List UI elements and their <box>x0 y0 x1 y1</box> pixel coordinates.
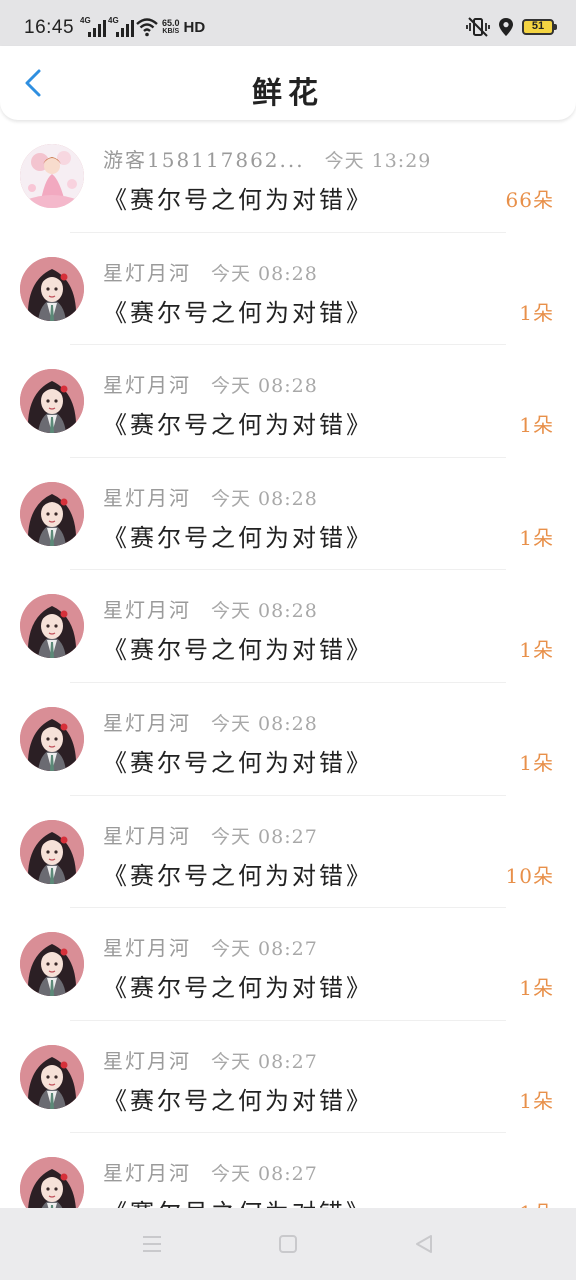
flower-count: 1朵 <box>519 750 554 775</box>
status-time: 16:45 <box>24 17 75 38</box>
sent-time: 今天 08:28 <box>211 262 318 285</box>
list-item[interactable]: 星灯月河 今天 08:28 《赛尔号之何为对错》 1朵 <box>0 345 576 458</box>
network-speed: 65.0 KB/S <box>162 17 180 36</box>
book-title: 《赛尔号之何为对错》 <box>103 298 373 327</box>
sender-line: 星灯月河 今天 08:28 <box>103 482 318 511</box>
sent-time: 今天 08:27 <box>211 938 318 961</box>
sent-time: 今天 08:27 <box>211 1163 318 1186</box>
signal-icon: 4G <box>108 16 134 38</box>
menu-button[interactable] <box>138 1230 166 1258</box>
flower-count: 1朵 <box>519 300 554 325</box>
status-right-icons: 51 <box>466 17 557 37</box>
page-title: 鲜花 <box>252 76 324 111</box>
sender-line: 星灯月河 今天 08:27 <box>103 1045 318 1074</box>
book-title: 《赛尔号之何为对错》 <box>103 523 373 552</box>
sender-name: 星灯月河 <box>103 1161 191 1186</box>
sender-name: 游客158117862... <box>103 148 305 172</box>
sent-time: 今天 08:28 <box>211 712 318 735</box>
book-title: 《赛尔号之何为对错》 <box>103 186 373 214</box>
sent-time: 今天 08:27 <box>211 825 318 848</box>
avatar[interactable] <box>20 932 84 997</box>
home-button[interactable] <box>274 1230 302 1258</box>
sender-name: 星灯月河 <box>103 373 191 398</box>
menu-icon <box>143 1236 161 1252</box>
sender-line: 星灯月河 今天 08:28 <box>103 257 318 286</box>
sender-line: 星灯月河 今天 08:28 <box>103 707 318 736</box>
flower-list: 游客158117862... 今天 13:29 《赛尔号之何为对错》 66朵 星灯月河… <box>0 120 576 1246</box>
avatar[interactable] <box>20 144 84 208</box>
location-icon <box>499 18 513 36</box>
flower-count: 1朵 <box>519 638 554 663</box>
list-item[interactable]: 星灯月河 今天 08:28 《赛尔号之何为对错》 1朵 <box>0 570 576 683</box>
status-left-icons: 4G 4G 65.0 KB/S HD <box>80 14 205 40</box>
list-item[interactable]: 游客158117862... 今天 13:29 《赛尔号之何为对错》 66朵 <box>0 120 576 233</box>
flower-count: 1朵 <box>519 976 554 1001</box>
sender-line: 星灯月河 今天 08:27 <box>103 932 318 961</box>
system-navbar <box>0 1208 576 1280</box>
signal-icon: 4G <box>80 16 106 38</box>
battery-icon: 51 <box>522 19 557 35</box>
sender-line: 星灯月河 今天 08:28 <box>103 369 318 398</box>
header: 鲜花 <box>0 46 576 120</box>
list-item[interactable]: 星灯月河 今天 08:28 《赛尔号之何为对错》 1朵 <box>0 683 576 796</box>
back-nav-button[interactable] <box>410 1230 438 1258</box>
list-item[interactable]: 星灯月河 今天 08:28 《赛尔号之何为对错》 1朵 <box>0 233 576 346</box>
sender-name: 星灯月河 <box>103 936 191 961</box>
sent-time: 今天 08:28 <box>211 487 318 510</box>
list-item[interactable]: 星灯月河 今天 08:28 《赛尔号之何为对错》 1朵 <box>0 458 576 571</box>
sender-name: 星灯月河 <box>103 598 191 623</box>
list-item[interactable]: 星灯月河今天 08:27 《赛尔号之何为对错》 1朵 <box>0 1021 576 1134</box>
avatar[interactable] <box>20 481 84 546</box>
battery-level: 51 <box>531 20 545 32</box>
book-title: 《赛尔号之何为对错》 <box>103 974 373 1003</box>
sender-name: 星灯月河 <box>103 485 191 510</box>
flower-count: 1朵 <box>519 525 554 550</box>
avatar[interactable] <box>20 369 84 434</box>
avatar[interactable] <box>20 256 84 321</box>
avatar[interactable] <box>20 1044 84 1109</box>
sender-name: 星灯月河 <box>103 823 191 848</box>
avatar[interactable] <box>20 594 84 659</box>
book-title: 《赛尔号之何为对错》 <box>103 1086 373 1115</box>
avatar[interactable] <box>20 819 84 884</box>
speed-unit: KB/S <box>162 27 180 35</box>
status-bar: 16:45 4G 4G 65.0 KB/S HD 51 <box>0 0 576 46</box>
sent-time: 今天 13:29 <box>324 150 432 172</box>
sender-line: 星灯月河 今天 08:28 <box>103 594 318 623</box>
book-title: 《赛尔号之何为对错》 <box>103 748 373 777</box>
sent-time: 今天 08:28 <box>211 375 318 398</box>
hd-indicator: HD <box>183 18 206 36</box>
avatar[interactable] <box>20 706 84 771</box>
flower-count: 1朵 <box>519 413 554 438</box>
sent-time: 今天 08:27 <box>211 1050 318 1073</box>
sender-name: 星灯月河 <box>103 1048 191 1073</box>
sender-line: 游客158117862... 今天 13:29 <box>103 144 431 173</box>
sent-time: 今天 08:28 <box>211 600 318 623</box>
list-item[interactable]: 星灯月河今天 08:27 《赛尔号之何为对错》 1朵 <box>0 908 576 1021</box>
book-title: 《赛尔号之何为对错》 <box>103 861 373 890</box>
sender-line: 星灯月河 今天 08:27 <box>103 1157 318 1186</box>
book-title: 《赛尔号之何为对错》 <box>103 636 373 665</box>
list-item[interactable]: 星灯月河 今天 08:27 《赛尔号之何为对错》 10朵 <box>0 796 576 909</box>
sender-line: 星灯月河 今天 08:27 <box>103 820 318 849</box>
mute-vibrate-icon <box>466 17 490 37</box>
speed-value: 65.0 <box>162 17 180 28</box>
flower-count: 1朵 <box>519 1088 554 1113</box>
wifi-icon <box>136 18 158 37</box>
back-icon <box>416 1235 432 1253</box>
flower-count: 66朵 <box>505 188 554 212</box>
book-title: 《赛尔号之何为对错》 <box>103 411 373 440</box>
sender-name: 星灯月河 <box>103 260 191 285</box>
sender-name: 星灯月河 <box>103 710 191 735</box>
flower-count: 10朵 <box>505 863 554 888</box>
home-icon <box>279 1235 297 1253</box>
